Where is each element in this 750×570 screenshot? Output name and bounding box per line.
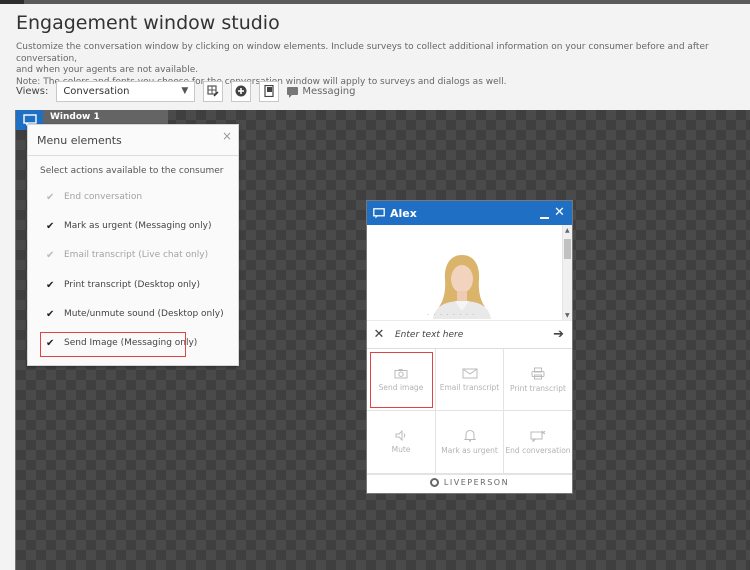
footer-brand: LIVEPERSON — [443, 478, 510, 487]
chat-window-preview: Alex ✕ · · · · · · · · ▲ ▼ ✕ Enter text … — [366, 200, 573, 494]
option-label: Mute/unmute sound (Desktop only) — [64, 309, 224, 319]
close-icon[interactable]: ✕ — [554, 205, 565, 220]
highlight-box — [40, 332, 186, 357]
views-label: Views: — [16, 85, 49, 97]
chevron-down-icon: ▼ — [181, 86, 189, 96]
agent-avatar — [433, 255, 491, 319]
action-label: Mark as urgent — [441, 446, 498, 455]
chat-footer: LIVEPERSON — [367, 474, 572, 490]
option-mark-as-urgent[interactable]: ✔ Mark as urgent (Messaging only) — [46, 219, 211, 233]
camera-icon — [394, 368, 408, 378]
top-bar-tab[interactable] — [0, 0, 24, 4]
mobile-preview-button[interactable] — [259, 80, 280, 102]
edit-layout-button[interactable] — [203, 80, 224, 102]
send-arrow-icon[interactable]: ➔ — [553, 327, 564, 342]
description-line: Customize the conversation window by cli… — [16, 42, 709, 64]
menu-panel-title: Menu elements — [37, 134, 122, 147]
option-print-transcript[interactable]: ✔ Print transcript (Desktop only) — [46, 278, 200, 292]
agent-meta-text: · · · · · · · · — [427, 311, 476, 319]
printer-icon — [531, 367, 545, 379]
canvas-edge — [15, 110, 16, 570]
envelope-icon — [462, 368, 477, 378]
agent-info-area: · · · · · · · · ▲ ▼ — [367, 225, 572, 321]
messaging-toggle[interactable]: Messaging — [287, 85, 356, 98]
chat-bubble-icon — [373, 207, 385, 218]
views-toolbar: Views: Conversation ▼ Messaging — [16, 80, 355, 102]
action-label: Email transcript — [439, 382, 500, 392]
action-label: End conversation — [505, 445, 571, 455]
views-selected-value: Conversation — [63, 85, 130, 97]
end-chat-icon — [530, 430, 546, 442]
action-label: Print transcript — [510, 383, 566, 393]
speaker-icon — [395, 430, 405, 441]
bell-icon — [463, 429, 476, 442]
email-transcript-action[interactable]: Email transcript — [436, 349, 504, 411]
page-title: Engagement window studio — [16, 12, 280, 34]
liveperson-logo-icon — [429, 478, 439, 487]
messaging-label: Messaging — [302, 85, 356, 97]
option-label: Email transcript (Live chat only) — [64, 250, 209, 260]
scrollbar-thumb[interactable] — [564, 239, 571, 259]
option-mute-unmute[interactable]: ✔ Mute/unmute sound (Desktop only) — [46, 307, 224, 321]
chat-bubble-icon — [287, 87, 299, 98]
add-button[interactable] — [231, 80, 252, 102]
message-input-row: ✕ Enter text here ➔ — [367, 321, 572, 349]
scroll-up-icon[interactable]: ▲ — [565, 227, 570, 234]
close-icon[interactable]: × — [222, 129, 232, 143]
send-image-action[interactable]: Send image — [367, 349, 436, 411]
checkmark-icon[interactable]: ✔ — [46, 280, 56, 291]
message-input[interactable]: Enter text here — [395, 330, 463, 340]
menu-elements-panel: Menu elements × Select actions available… — [27, 124, 239, 366]
divider — [28, 155, 238, 156]
description-line: and when your agents are not available. — [16, 65, 199, 75]
views-dropdown[interactable]: Conversation ▼ — [56, 80, 196, 102]
checkmark-icon[interactable]: ✔ — [46, 309, 56, 320]
menu-close-icon[interactable]: ✕ — [367, 327, 391, 342]
agent-name: Alex — [390, 206, 417, 220]
option-label: Mark as urgent (Messaging only) — [64, 221, 212, 231]
option-end-conversation: ✔ End conversation — [46, 190, 142, 204]
mute-action[interactable]: Mute — [367, 411, 436, 474]
mark-as-urgent-action[interactable]: Mark as urgent — [436, 411, 504, 474]
end-conversation-action[interactable]: End conversation — [504, 411, 572, 474]
checkmark-icon: ✔ — [46, 249, 55, 261]
chat-header[interactable]: Alex ✕ — [367, 201, 572, 225]
scrollbar[interactable]: ▲ ▼ — [562, 225, 572, 320]
option-email-transcript: ✔ Email transcript (Live chat only) — [46, 248, 208, 262]
mobile-icon — [264, 85, 274, 97]
menu-actions-grid: Send image Email transcript Print transc… — [367, 349, 572, 474]
option-label: End conversation — [64, 192, 143, 202]
action-label: Send image — [378, 382, 424, 392]
top-bar — [0, 0, 750, 4]
checkmark-icon: ✔ — [46, 191, 55, 203]
plus-circle-icon — [235, 85, 247, 97]
action-label: Mute — [391, 445, 411, 454]
option-label: Print transcript (Desktop only) — [64, 280, 200, 290]
scroll-down-icon[interactable]: ▼ — [565, 312, 570, 319]
checkmark-icon[interactable]: ✔ — [46, 221, 56, 232]
print-transcript-action[interactable]: Print transcript — [504, 349, 572, 411]
edit-grid-icon — [207, 85, 219, 97]
minimize-icon[interactable] — [540, 217, 549, 219]
menu-panel-subtitle: Select actions available to the consumer — [40, 166, 224, 176]
